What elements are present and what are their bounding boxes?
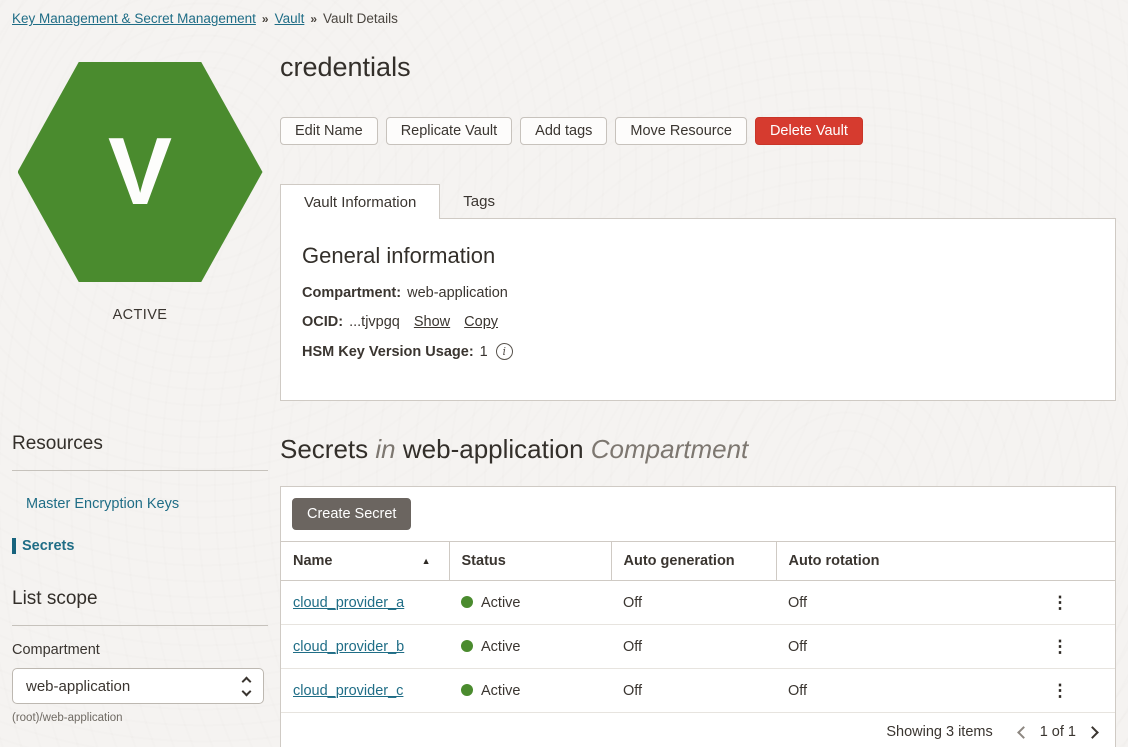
divider	[12, 470, 268, 471]
breadcrumb: Key Management & Secret Management » Vault…	[0, 0, 1128, 34]
hsm-usage-value: 1	[480, 344, 488, 360]
compartment-field-value: web-application	[407, 285, 508, 301]
ocid-field-value: ...tjvpgq	[349, 314, 400, 330]
hsm-usage-row: HSM Key Version Usage: 1 i	[302, 343, 1094, 360]
tab-bar: Vault Information Tags	[280, 184, 1116, 218]
auto-rotation-value: Off	[776, 669, 1005, 713]
divider	[12, 625, 268, 626]
auto-generation-value: Off	[611, 669, 776, 713]
secrets-section-heading: Secrets in web-application Compartment	[280, 434, 1116, 465]
auto-rotation-value: Off	[776, 581, 1005, 625]
table-footer: Showing 3 items 1 of 1	[281, 713, 1115, 747]
table-header-row: Name ▲ Status Auto generation Auto rotat…	[281, 542, 1115, 581]
main-content: credentials Edit Name Replicate Vault Ad…	[280, 34, 1116, 747]
move-resource-button[interactable]: Move Resource	[615, 117, 747, 145]
sidebar-item-secrets[interactable]: Secrets	[12, 538, 268, 554]
secrets-table-card: Create Secret Name ▲ Status Auto generat…	[280, 486, 1116, 747]
vault-status-label: ACTIVE	[12, 307, 268, 323]
select-chevrons-icon	[243, 678, 250, 695]
sidebar: V ACTIVE Resources Master Encryption Key…	[0, 34, 280, 747]
breadcrumb-separator: »	[310, 12, 317, 26]
previous-page-icon[interactable]	[1017, 726, 1030, 739]
table-row: cloud_provider_b Active Off Off ⋮	[281, 625, 1115, 669]
table-toolbar: Create Secret	[281, 487, 1115, 541]
row-actions-kebab-icon[interactable]: ⋮	[1044, 636, 1077, 657]
column-header-auto-rotation: Auto rotation	[776, 542, 1115, 581]
row-actions-kebab-icon[interactable]: ⋮	[1044, 592, 1077, 613]
ocid-row: OCID: ...tjvpgq Show Copy	[302, 314, 1094, 330]
compartment-selected-value: web-application	[26, 678, 130, 695]
secret-link-cloud-provider-b[interactable]: cloud_provider_b	[293, 639, 404, 655]
next-page-icon[interactable]	[1086, 726, 1099, 739]
vault-information-panel: General information Compartment: web-app…	[280, 218, 1116, 401]
tab-vault-information[interactable]: Vault Information	[280, 184, 440, 219]
status-text: Active	[481, 683, 521, 699]
pagination: 1 of 1	[1019, 724, 1097, 740]
compartment-word: Compartment	[591, 434, 749, 464]
page-indicator: 1 of 1	[1040, 724, 1076, 740]
tab-tags[interactable]: Tags	[440, 184, 518, 218]
secrets-table: Name ▲ Status Auto generation Auto rotat…	[281, 541, 1115, 713]
delete-vault-button[interactable]: Delete Vault	[755, 117, 863, 145]
add-tags-button[interactable]: Add tags	[520, 117, 607, 145]
compartment-name: web-application	[403, 434, 584, 464]
sidebar-item-master-encryption-keys[interactable]: Master Encryption Keys	[12, 496, 268, 512]
info-icon[interactable]: i	[496, 343, 513, 360]
ocid-show-link[interactable]: Show	[414, 314, 450, 330]
table-row: cloud_provider_a Active Off Off ⋮	[281, 581, 1115, 625]
sort-ascending-icon: ▲	[422, 556, 431, 566]
action-buttons: Edit Name Replicate Vault Add tags Move …	[280, 117, 1116, 145]
create-secret-button[interactable]: Create Secret	[292, 498, 411, 530]
secret-link-cloud-provider-c[interactable]: cloud_provider_c	[293, 683, 403, 699]
column-header-auto-generation: Auto generation	[611, 542, 776, 581]
status-active-icon	[461, 684, 473, 696]
secret-link-cloud-provider-a[interactable]: cloud_provider_a	[293, 595, 404, 611]
hsm-usage-label: HSM Key Version Usage:	[302, 344, 474, 360]
name-header-label: Name	[293, 553, 333, 569]
edit-name-button[interactable]: Edit Name	[280, 117, 378, 145]
in-word: in	[375, 434, 395, 464]
ocid-copy-link[interactable]: Copy	[464, 314, 498, 330]
breadcrumb-separator: »	[262, 12, 269, 26]
auto-generation-value: Off	[611, 625, 776, 669]
auto-rotation-value: Off	[776, 625, 1005, 669]
vault-hexagon-icon: V	[18, 62, 263, 282]
table-row: cloud_provider_c Active Off Off ⋮	[281, 669, 1115, 713]
breadcrumb-current: Vault Details	[323, 11, 398, 26]
vault-initial: V	[108, 124, 172, 220]
status-text: Active	[481, 639, 521, 655]
status-text: Active	[481, 595, 521, 611]
compartment-row: Compartment: web-application	[302, 285, 1094, 301]
ocid-field-label: OCID:	[302, 314, 343, 330]
list-scope-heading: List scope	[12, 588, 268, 610]
compartment-field-label: Compartment:	[302, 285, 401, 301]
compartment-label: Compartment	[12, 642, 268, 658]
showing-items-label: Showing 3 items	[886, 724, 992, 740]
general-information-heading: General information	[302, 243, 1094, 269]
status-active-icon	[461, 596, 473, 608]
compartment-path: (root)/web-application	[12, 712, 268, 724]
status-active-icon	[461, 640, 473, 652]
column-header-status: Status	[449, 542, 611, 581]
page-title: credentials	[280, 52, 1116, 83]
replicate-vault-button[interactable]: Replicate Vault	[386, 117, 512, 145]
secrets-word: Secrets	[280, 434, 368, 464]
column-header-name[interactable]: Name ▲	[281, 542, 449, 581]
breadcrumb-link-vault[interactable]: Vault	[275, 11, 305, 26]
auto-generation-value: Off	[611, 581, 776, 625]
compartment-select[interactable]: web-application	[12, 668, 264, 704]
resources-heading: Resources	[12, 433, 268, 455]
row-actions-kebab-icon[interactable]: ⋮	[1044, 680, 1077, 701]
breadcrumb-link-kms[interactable]: Key Management & Secret Management	[12, 11, 256, 26]
